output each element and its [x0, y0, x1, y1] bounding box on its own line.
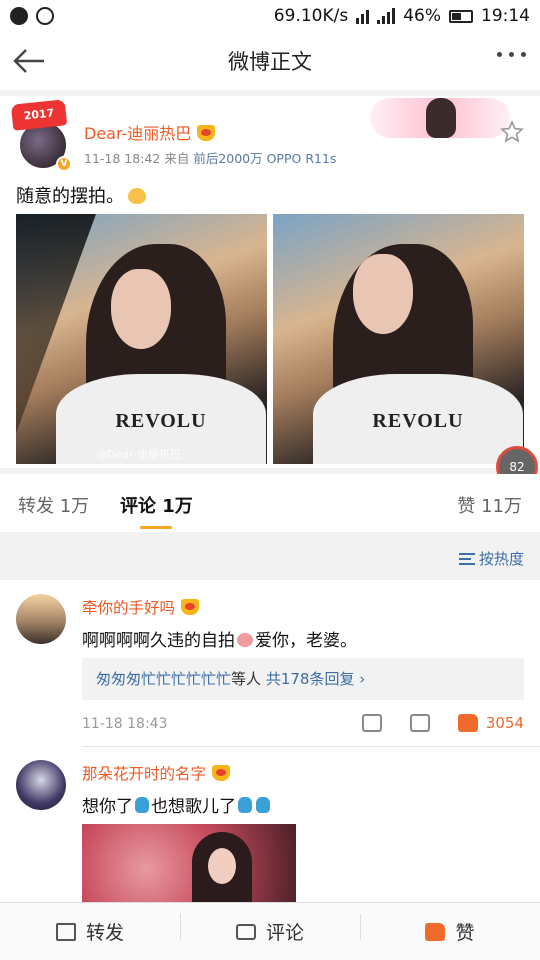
like-icon[interactable] [457, 714, 478, 732]
battery-icon [449, 9, 473, 23]
comment-text: 想你了 也想歌儿了 [82, 792, 272, 817]
active-tab-indicator [140, 526, 172, 529]
post-from-label: 来自 [164, 151, 190, 166]
favorite-star-icon[interactable] [500, 120, 524, 144]
reply-names[interactable]: 匆匆匆忙忙忙忙忙忙 [96, 670, 231, 688]
post-text-content: 随意的摆拍。 [16, 186, 124, 207]
chevron-right-icon: › [359, 670, 366, 688]
commenter-name-text[interactable]: 牵你的手好吗 [82, 599, 175, 617]
avatar[interactable] [16, 594, 66, 644]
poster-avatar[interactable]: 2017 V [10, 99, 72, 172]
poster-name-text[interactable]: Dear-迪丽热巴 [84, 124, 191, 143]
like-label: 赞 [455, 922, 475, 944]
comment-label: 评论 [265, 922, 304, 944]
doll-emoji-icon [256, 797, 270, 813]
progress-value: 82 [509, 460, 525, 474]
comment-list: 牵你的手好吗 啊啊啊啊久违的自拍 爱你，老婆。 匆匆匆忙忙忙忙忙忙等人 共178条… [0, 580, 540, 902]
vip-crown-icon [197, 125, 216, 141]
comment-image[interactable] [82, 824, 296, 902]
weibo-post: 2017 V Dear-迪丽热巴 11-18 18:42 来自 前后2000万 … [0, 96, 540, 468]
page-title: 微博正文 [228, 50, 312, 74]
tab-repost[interactable]: 转发 1万 [18, 492, 89, 518]
repost-icon [55, 922, 76, 941]
post-meta: 11-18 18:42 来自 前后2000万 OPPO R11s [84, 148, 336, 167]
reply-mid: 等人 [231, 670, 262, 688]
comment-icon[interactable] [409, 714, 430, 732]
card-decoration [370, 98, 510, 138]
vip-crown-icon [212, 765, 231, 781]
tab-likes[interactable]: 赞 11万 [457, 492, 522, 518]
divider [82, 746, 540, 747]
avatar[interactable] [16, 760, 66, 810]
verified-badge-icon: V [56, 156, 72, 172]
post-photo-2[interactable]: REVOLU [273, 214, 524, 464]
sort-by-hot-button[interactable]: 按热度 [458, 548, 524, 569]
post-photo-1[interactable]: REVOLU @Dear-迪丽热巴 [16, 214, 267, 464]
wifi-icon [356, 8, 370, 24]
poster-name[interactable]: Dear-迪丽热巴 [84, 120, 216, 144]
commenter-name[interactable]: 那朵花开时的名字 [82, 762, 231, 784]
repost-button[interactable]: 转发 [0, 918, 180, 945]
comment-actions: 3054 [361, 714, 524, 732]
sort-label: 按热度 [478, 550, 524, 568]
tab-comments[interactable]: 评论 1万 [120, 492, 193, 518]
battery-percent: 46% [403, 6, 441, 26]
doll-emoji-icon [238, 797, 252, 813]
like-button[interactable]: 赞 [360, 914, 540, 945]
doll-emoji-icon [135, 797, 149, 813]
reply-share-icon[interactable] [361, 714, 382, 732]
comment-button[interactable]: 评论 [180, 914, 360, 945]
comment-text-b: 爱你，老婆。 [255, 631, 357, 651]
shirt-print: REVOLU [313, 374, 523, 464]
comment-text-a: 啊啊啊啊久违的自拍 [82, 631, 235, 651]
comment-icon [235, 923, 256, 940]
post-source[interactable]: 前后2000万 OPPO R11s [193, 151, 336, 166]
repost-label: 转发 [85, 922, 124, 944]
notification-icon [36, 7, 54, 25]
commenter-name[interactable]: 牵你的手好吗 [82, 596, 200, 618]
comment-text-a: 想你了 [82, 797, 133, 817]
like-icon [425, 922, 446, 941]
reply-count[interactable]: 共178条回复 [266, 670, 355, 688]
sort-bar: 按热度 [0, 532, 540, 580]
back-arrow-icon[interactable] [12, 46, 46, 76]
message-icon [10, 7, 28, 25]
bottom-action-bar: 转发 评论 赞 [0, 902, 540, 960]
comment-text: 啊啊啊啊久违的自拍 爱你，老婆。 [82, 626, 357, 651]
pig-emoji-icon [237, 633, 253, 647]
replies-preview[interactable]: 匆匆匆忙忙忙忙忙忙等人 共178条回复 › [82, 658, 524, 700]
post-tabs: 转发 1万 评论 1万 赞 11万 [0, 474, 540, 532]
photo-watermark: @Dear-迪丽热巴 [96, 448, 181, 461]
clock: 19:14 [481, 6, 530, 26]
post-time: 11-18 18:42 [84, 151, 161, 166]
post-text: 随意的摆拍。 [16, 182, 146, 208]
signal-icon [377, 8, 396, 24]
comment-time: 11-18 18:43 [82, 716, 168, 732]
cat-emoji-icon [128, 188, 146, 204]
commenter-name-text[interactable]: 那朵花开时的名字 [82, 765, 206, 783]
sort-icon [458, 552, 475, 565]
more-options-icon[interactable] [497, 52, 526, 57]
network-speed: 69.10K/s [273, 6, 349, 26]
status-bar: 69.10K/s 46% 19:14 [0, 0, 540, 32]
nav-bar: 微博正文 [0, 32, 540, 90]
comment-text-b: 也想歌儿了 [151, 797, 236, 817]
vip-crown-icon [181, 599, 200, 615]
like-count: 3054 [485, 714, 524, 732]
